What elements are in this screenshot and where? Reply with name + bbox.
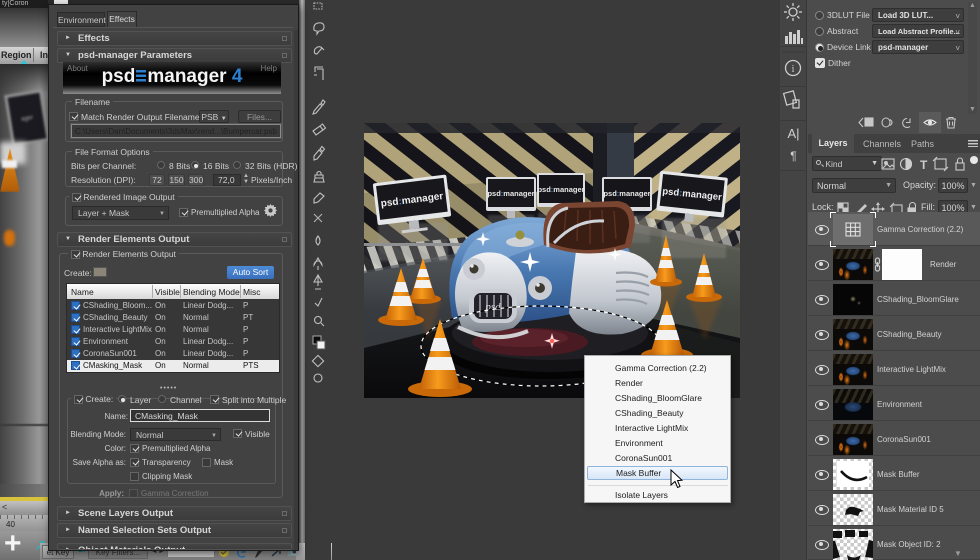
svg-text:psd: psd [484,301,501,313]
svg-text:i: i [792,64,795,75]
svg-text:psd:manager: psd:manager [487,189,534,198]
svg-text:psd:manager: psd:manager [603,189,650,198]
svg-text:T: T [920,158,928,172]
svg-text:psd:manager: psd:manager [537,185,584,194]
